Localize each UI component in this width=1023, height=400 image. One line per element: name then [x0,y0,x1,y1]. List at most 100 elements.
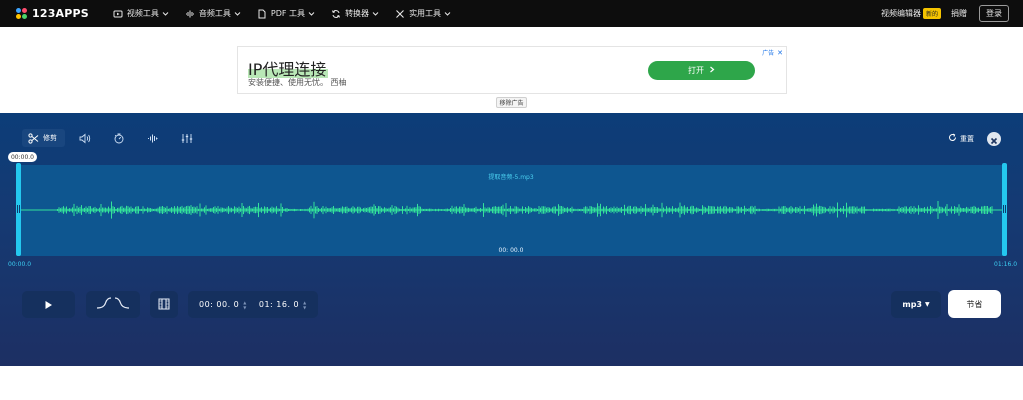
logo[interactable]: 123APPS [16,0,89,27]
waveform-sample [753,207,754,213]
waveform-sample [460,206,462,214]
start-time-field[interactable]: 00: 00. 0 ▲ ▼ [199,300,247,310]
start-time-stepper[interactable]: ▲ ▼ [243,300,247,310]
waveform-sample [463,204,465,216]
nav-utilities[interactable]: 实用工具 [387,0,459,27]
format-dropdown[interactable]: mp3 ▼ [891,291,941,318]
waveform-sample [405,208,406,212]
tool-speed[interactable] [105,129,133,147]
waveform-sample [676,208,678,212]
waveform-sample [240,208,241,212]
play-button[interactable] [22,291,75,318]
waveform-sample [178,207,180,213]
waveform-sample [946,204,948,216]
waveform-sample [949,208,951,212]
tool-equalizer[interactable] [139,129,167,147]
waveform-sample [654,207,655,213]
waveform-sample [724,205,726,214]
save-button[interactable]: 节省 [948,290,1001,318]
nav-audio-tools[interactable]: 音频工具 [177,0,249,27]
waveform-sample [471,208,472,212]
nav-pdf-tools[interactable]: PDF 工具 [249,0,323,27]
waveform-area[interactable]: 提取音频-5.mp3 00: 00.0 [17,165,1005,256]
waveform-sample [634,206,636,214]
ad-banner[interactable]: IP代理连接 安装便捷、使用无忧。 西柚 打开 广告 ✕ [237,46,787,94]
start-time-value[interactable]: 00: 00. 0 [199,300,239,309]
waveform-sample [702,205,703,215]
waveform-sample [91,208,93,212]
waveform-sample [136,206,138,214]
donate-link[interactable]: 捐赠 [951,8,967,19]
login-button[interactable]: 登录 [979,5,1009,22]
ad-open-button[interactable]: 打开 [648,61,755,80]
waveform-sample [772,208,774,212]
waveform-sample [237,207,238,213]
waveform-sample [535,208,537,212]
fade-in-out-button[interactable] [86,291,140,318]
waveform-sample [835,208,837,212]
waveform-sample [133,208,135,212]
top-navigation: 123APPS 视频工具 音频工具 PDF 工具 转换器 实用工具 视频编辑器 … [0,0,1023,27]
waveform-sample [546,207,547,213]
waveform-sample [477,208,478,212]
waveform-sample [672,206,673,214]
waveform-sample [409,207,411,213]
waveform-sample [628,205,630,215]
close-editor-button[interactable] [987,132,1001,146]
waveform-sample [417,203,418,217]
waveform-sample [66,206,67,214]
waveform-sample [429,208,430,212]
caret-down-icon[interactable]: ▼ [243,305,247,310]
waveform-sample [192,206,193,214]
waveform-sample [238,206,240,214]
waveform-sample [975,206,976,214]
waveform-sample [826,208,828,212]
waveform-sample [271,206,273,214]
waveform-sample [781,206,783,214]
waveform-sample [877,208,879,212]
waveform-sample [870,209,871,211]
waveform-sample [610,207,612,213]
ad-choices[interactable]: 广告 ✕ [762,48,783,58]
trim-start-handle[interactable] [16,163,21,256]
waveform-sample [765,209,766,211]
waveform-sample [613,206,615,214]
waveform-sample [304,208,306,212]
waveform-sample [280,203,282,217]
waveform-sample [372,206,373,214]
waveform-sample [292,208,294,211]
nav-video-tools[interactable]: 视频工具 [105,0,177,27]
waveform-sample [378,206,379,214]
waveform-sample [370,206,372,214]
close-ad-icon[interactable]: ✕ [777,49,783,57]
waveform-sample [361,208,363,212]
waveform-sample [783,206,784,214]
nav-converters[interactable]: 转换器 [323,0,387,27]
caret-down-icon[interactable]: ▼ [303,305,307,310]
tool-cut[interactable]: 修剪 [22,129,65,147]
waveform-sample [925,208,927,212]
reset-button[interactable]: 重置 [948,133,974,144]
waveform-sample [519,208,520,212]
waveform-sample [208,208,210,212]
split-button[interactable] [150,291,178,318]
remove-ads-button[interactable]: 移除广告 [496,97,527,108]
waveform-sample [733,208,735,212]
waveform-sample [868,209,870,211]
tool-volume[interactable] [71,129,99,147]
main-menu: 视频工具 音频工具 PDF 工具 转换器 实用工具 [105,0,459,27]
waveform-sample [432,209,433,211]
trim-end-handle[interactable] [1002,163,1007,256]
waveform-sample [705,207,706,213]
end-time-stepper[interactable]: ▲ ▼ [303,300,307,310]
waveform-sample [651,207,652,213]
waveform-sample [534,208,535,212]
tool-mixer[interactable] [173,129,201,147]
chevron-down-icon [372,10,379,17]
end-time-value[interactable]: 01: 16. 0 [259,300,299,309]
video-editor-link[interactable]: 视频编辑器 新的 [881,8,941,19]
end-time-field[interactable]: 01: 16. 0 ▲ ▼ [259,300,307,310]
waveform-sample [850,206,852,214]
waveform-sample [927,206,928,214]
waveform-sample [964,208,966,212]
